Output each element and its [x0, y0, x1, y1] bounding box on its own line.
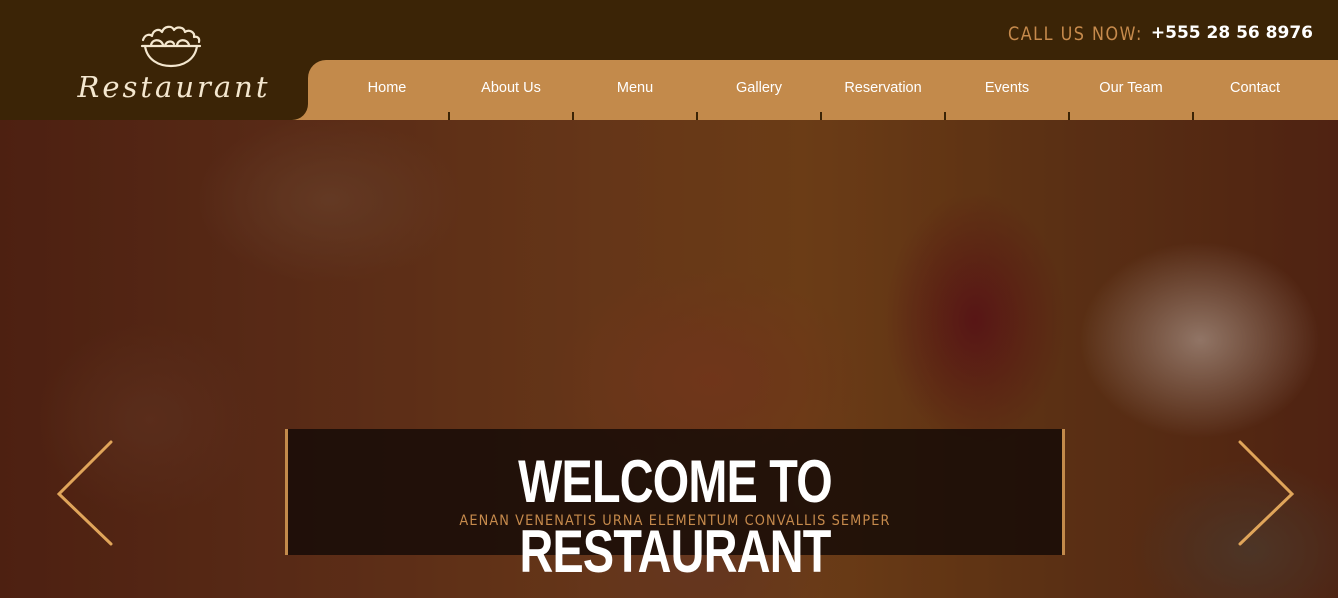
nav-label: Events	[984, 80, 1030, 96]
call-label: CALL US NOW:	[1008, 22, 1143, 44]
nav-item-menu[interactable]: Menu	[573, 60, 698, 120]
salad-bowl-icon	[140, 25, 202, 68]
nav-label: Gallery	[736, 80, 782, 96]
nav-label: Menu	[616, 80, 654, 96]
nav-item-gallery[interactable]: Gallery	[697, 60, 822, 120]
hero-slider: WELCOME TO RESTAURANT AENAN VENENATIS UR…	[0, 120, 1338, 598]
hero-subtitle: AENAN VENENATIS URNA ELEMENTUM CONVALLIS…	[459, 513, 891, 529]
logo-text: Restaurant	[77, 70, 271, 104]
main-nav: Home About Us Menu Gallery Reservation E…	[292, 60, 1338, 120]
site-header: Restaurant CALL US NOW: +555 28 56 8976 …	[0, 0, 1338, 120]
nav-label: Contact	[1230, 80, 1280, 96]
call-us: CALL US NOW: +555 28 56 8976	[1008, 20, 1313, 46]
phone-number[interactable]: +555 28 56 8976	[1151, 23, 1313, 43]
nav-item-events[interactable]: Events	[945, 60, 1070, 120]
nav-label: About Us	[481, 80, 541, 96]
hero-caption: WELCOME TO RESTAURANT AENAN VENENATIS UR…	[285, 429, 1065, 585]
nav-label: Our Team	[1099, 80, 1163, 96]
chevron-right-icon[interactable]	[1236, 438, 1296, 548]
chevron-left-icon[interactable]	[55, 438, 115, 548]
nav-item-contact[interactable]: Contact	[1193, 60, 1317, 120]
logo[interactable]: Restaurant	[0, 0, 308, 120]
nav-label: Home	[367, 80, 407, 96]
nav-item-our-team[interactable]: Our Team	[1069, 60, 1194, 120]
nav-label: Reservation	[844, 80, 922, 96]
nav-item-reservation[interactable]: Reservation	[821, 60, 946, 120]
nav-item-about-us[interactable]: About Us	[449, 60, 574, 120]
nav-item-home[interactable]: Home	[325, 60, 450, 120]
